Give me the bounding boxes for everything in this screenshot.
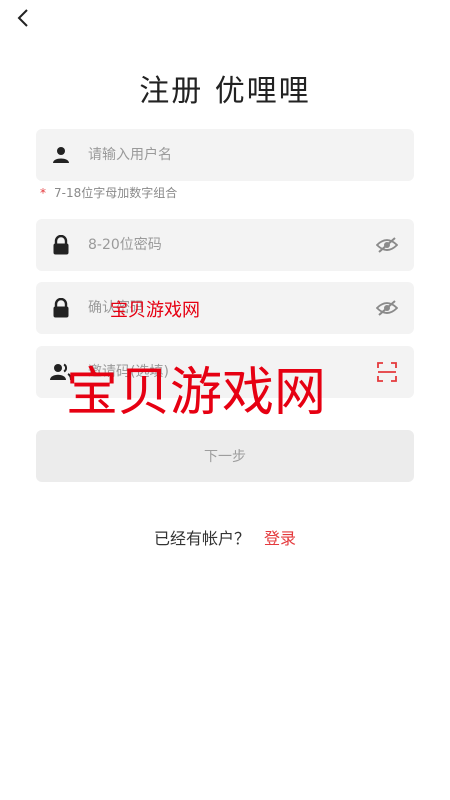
eye-off-icon[interactable] (374, 295, 400, 321)
next-step-button[interactable]: 下一步 (36, 430, 414, 482)
users-icon (50, 361, 72, 383)
invite-code-input[interactable] (86, 351, 374, 393)
confirm-password-field[interactable] (36, 282, 414, 334)
scan-icon[interactable] (374, 359, 400, 385)
hint-text: 7-18位字母加数字组合 (54, 186, 178, 200)
login-prompt: 已经有帐户？ 登录 (0, 525, 450, 549)
password-input[interactable] (86, 224, 374, 266)
back-button[interactable] (10, 4, 36, 32)
lock-icon (50, 297, 72, 319)
lock-icon (50, 234, 72, 256)
username-hint: * 7-18位字母加数字组合 (40, 184, 177, 201)
user-icon (50, 144, 72, 166)
chevron-left-icon (17, 9, 28, 27)
required-star: * (40, 186, 46, 200)
password-field[interactable] (36, 219, 414, 271)
login-question: 已经有帐户？ (153, 529, 250, 548)
eye-off-icon[interactable] (374, 232, 400, 258)
invite-code-field[interactable] (36, 346, 414, 398)
username-field[interactable] (36, 129, 414, 181)
login-link[interactable]: 登录 (264, 529, 296, 548)
register-page: 注册 优哩哩 * 7-18位字母加数字组合 (0, 0, 450, 800)
confirm-password-input[interactable] (86, 287, 374, 329)
page-title: 注册 优哩哩 (139, 74, 311, 109)
username-input[interactable] (86, 134, 414, 176)
